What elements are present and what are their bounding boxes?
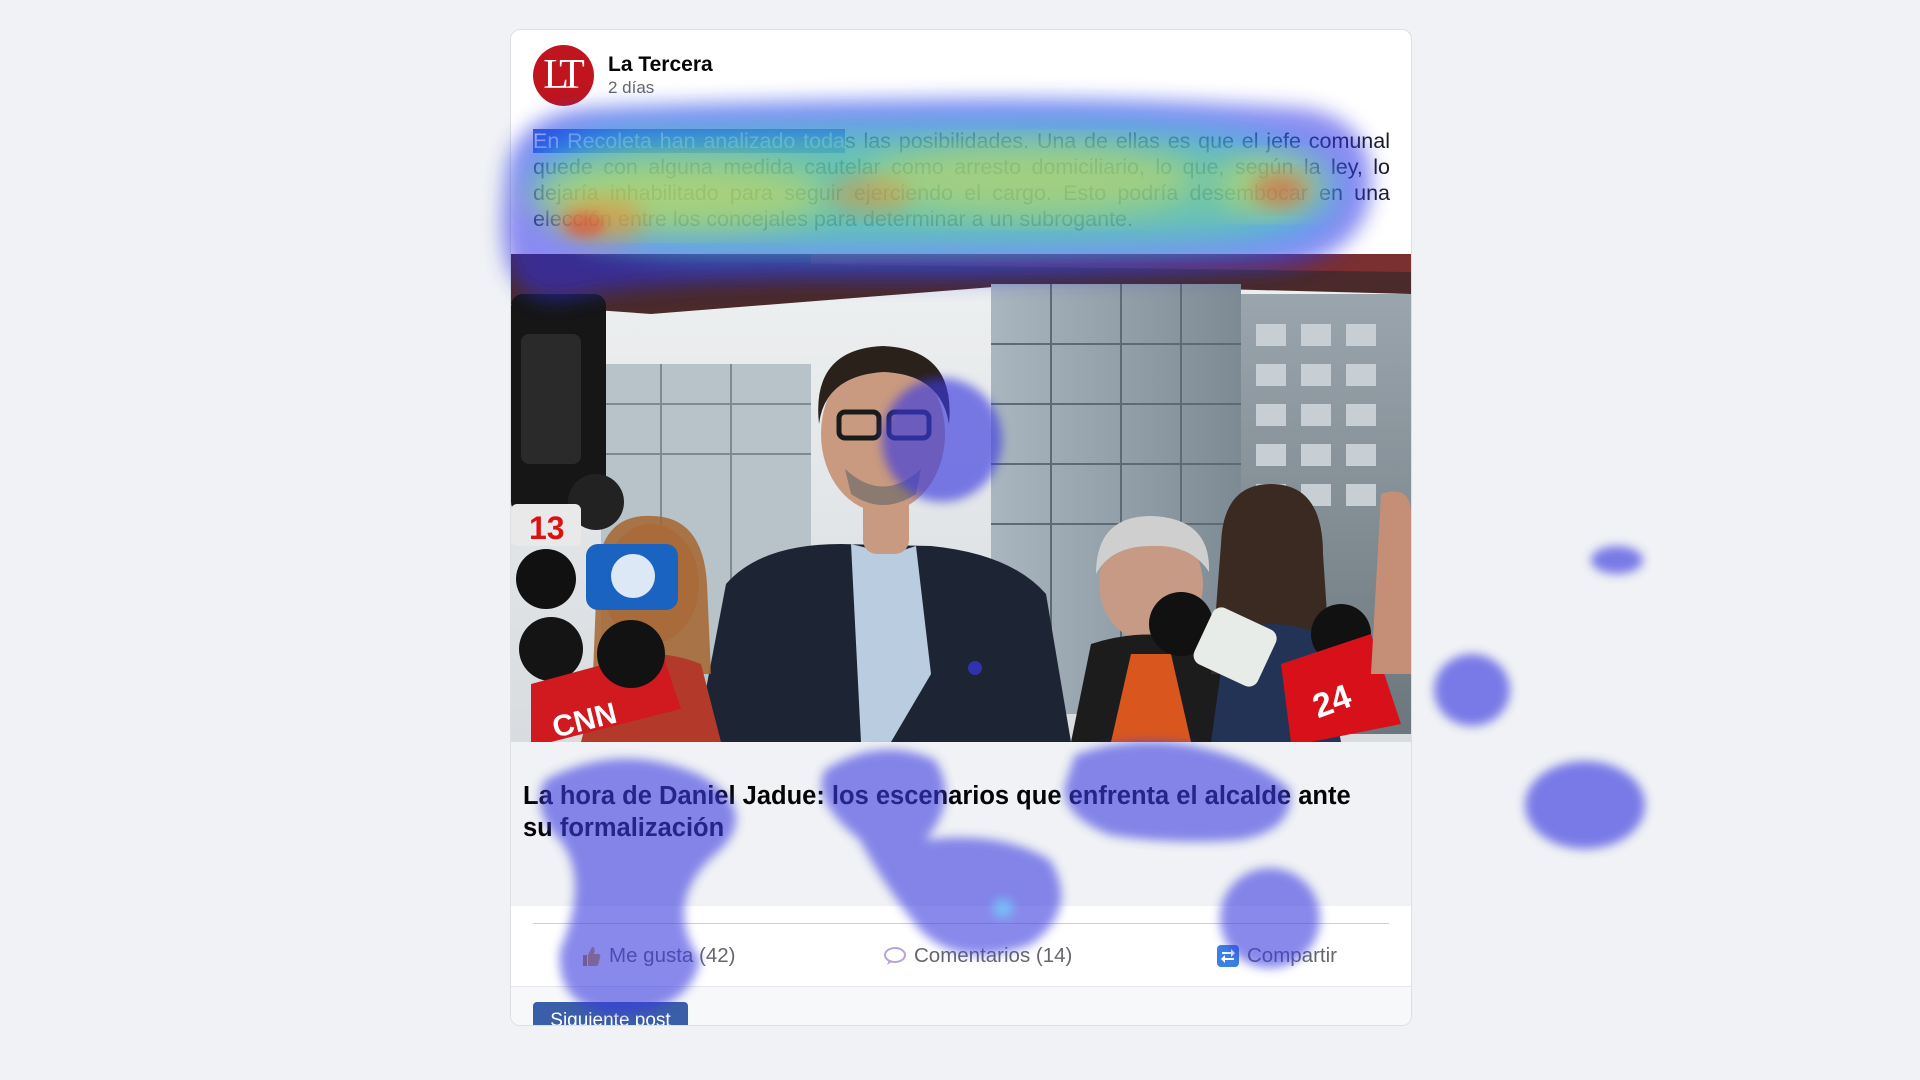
share-icon	[1217, 945, 1239, 967]
post-text: En Recoleta han analizado todas las posi…	[533, 128, 1390, 232]
action-bar: Me gusta (42) Comentarios (14) Compartir	[511, 928, 1411, 984]
logo-text: LT	[543, 52, 585, 98]
page-name[interactable]: La Tercera	[608, 52, 713, 78]
speech-bubble-icon	[884, 947, 906, 965]
post-header: LT La Tercera 2 días	[533, 44, 713, 106]
share-button[interactable]: Compartir	[1217, 928, 1337, 984]
comment-button[interactable]: Comentarios (14)	[884, 928, 1072, 984]
post-card: LT La Tercera 2 días En Recoleta han ana…	[510, 29, 1412, 1026]
like-button[interactable]: Me gusta (42)	[581, 928, 735, 984]
post-photo[interactable]: 13 CNN 24	[511, 254, 1411, 742]
svg-text:13: 13	[529, 510, 565, 546]
thumbs-up-icon	[583, 947, 601, 966]
post-footer: Siguiente post	[511, 986, 1411, 1025]
like-label: Me gusta (42)	[609, 944, 736, 967]
press-scene-image: 13 CNN 24	[511, 254, 1411, 742]
link-preview[interactable]: La hora de Daniel Jadue: los escenarios …	[511, 742, 1411, 906]
share-label: Compartir	[1247, 944, 1337, 967]
comment-label: Comentarios (14)	[914, 944, 1073, 967]
page-avatar[interactable]: LT	[533, 44, 594, 106]
stage: LT La Tercera 2 días En Recoleta han ana…	[0, 0, 1920, 1080]
link-title[interactable]: La hora de Daniel Jadue: los escenarios …	[523, 780, 1383, 844]
next-post-button[interactable]: Siguiente post	[533, 1002, 688, 1025]
post-text-selection: En Recoleta han analizado toda	[533, 129, 845, 153]
post-time[interactable]: 2 días	[608, 78, 713, 98]
page-meta: La Tercera 2 días	[608, 52, 713, 98]
divider	[533, 923, 1389, 924]
